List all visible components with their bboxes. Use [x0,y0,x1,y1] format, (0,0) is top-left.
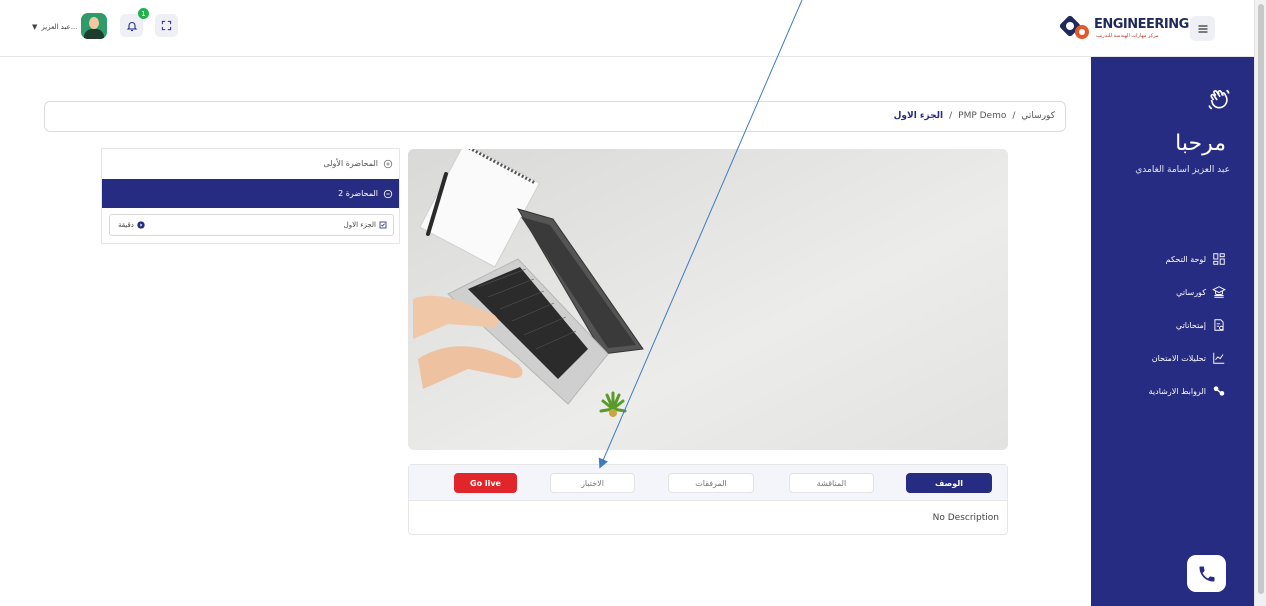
sidebar-item-label: الروابط الارشادية [1148,386,1206,396]
fullscreen-icon [161,20,172,31]
lesson-item-2[interactable]: المحاضرة 2 [102,179,399,208]
call-button[interactable] [1187,555,1226,592]
sidebar-item-label: إمتحاناتي [1175,320,1206,330]
logo-word: ENGINEERING [1094,17,1189,32]
scrollbar[interactable] [1254,0,1266,606]
sidebar-nav: لوحة التحكم كورساتي إمتحاناتي تحليلات ال… [1086,246,1226,411]
welcome-text: مرحبا [1175,131,1226,156]
sidebar-item-dashboard[interactable]: لوحة التحكم [1086,246,1226,272]
exams-icon [1214,319,1224,331]
analytics-icon [1213,352,1225,364]
content-tabs: الوصف المناقشة المرفقات الاختبار Go live… [408,464,1008,535]
sidebar-item-links[interactable]: الروابط الارشادية [1086,378,1226,404]
lesson-part-duration: دقيقة [118,221,134,229]
play-circle-icon [137,221,145,229]
link-icon [1213,386,1225,396]
menu-toggle-button[interactable] [1190,16,1215,41]
sidebar-item-courses[interactable]: كورساتي [1086,279,1226,305]
breadcrumb-root[interactable]: كورساتي [1021,111,1055,121]
tab-exams[interactable]: الاختبار [550,473,635,493]
go-live-button[interactable]: Go live [454,473,517,493]
gear-logo-icon [1060,15,1089,39]
description-text: No Description [932,513,999,523]
dashboard-icon [1213,253,1225,265]
top-bar: ▼ عبد العزيز... 1 ENGINEERING مركز مهارا… [0,0,1254,57]
sidebar: مرحبا عبد العزيز اسامة الغامدي لوحة التح… [1091,57,1254,606]
sidebar-username: عبد العزيز اسامة الغامدي [1135,165,1230,175]
video-player[interactable] [408,149,1008,450]
waving-hand-icon [1208,89,1230,110]
lesson-label: المحاضرة الأولى [323,159,378,168]
tab-discussion[interactable]: المناقشة [789,473,874,493]
breadcrumb-separator: / [949,111,953,121]
lesson-item-1[interactable]: المحاضرة الأولى [102,149,399,178]
breadcrumb-separator: / [1012,111,1016,121]
breadcrumb-course[interactable]: PMP Demo [958,111,1006,121]
breadcrumb: كورساتي / PMP Demo / الجزء الاول [44,101,1066,132]
courses-icon [1212,286,1226,298]
breadcrumb-current: الجزء الاول [893,111,944,121]
lesson-part-item[interactable]: الجزء الاول دقيقة [109,214,394,236]
user-name: عبد العزيز... [41,23,78,31]
sidebar-item-exams[interactable]: إمتحاناتي [1086,312,1226,338]
user-menu[interactable]: ▼ عبد العزيز... [32,18,77,36]
avatar[interactable] [81,13,107,39]
plus-circle-icon [383,159,393,168]
caret-down-icon: ▼ [32,23,38,31]
lesson-label: المحاضرة 2 [338,189,378,198]
tab-description[interactable]: الوصف [906,473,992,493]
bell-icon [126,21,137,31]
notification-badge: 1 [138,8,149,19]
sidebar-item-analytics[interactable]: تحليلات الامتحان [1086,345,1226,371]
hamburger-icon [1198,24,1207,33]
lessons-panel: المحاضرة الأولى المحاضرة 2 الجزء الاول د… [101,148,400,244]
sidebar-item-label: تحليلات الامتحان [1151,353,1206,363]
logo[interactable]: ENGINEERING مركز مهارات الهندسة للتدريب [1060,14,1189,42]
tab-attachments[interactable]: المرفقات [668,473,754,493]
fullscreen-button[interactable] [155,14,178,37]
phone-icon [1199,566,1214,581]
logo-subtitle: مركز مهارات الهندسة للتدريب [1096,33,1159,39]
lesson-part-title: الجزء الاول [343,221,376,229]
checkbox-checked-icon [379,221,387,229]
sidebar-item-label: كورساتي [1176,287,1206,297]
laptop-image [408,149,1008,450]
sidebar-item-label: لوحة التحكم [1165,254,1206,264]
minus-circle-icon [383,189,393,198]
